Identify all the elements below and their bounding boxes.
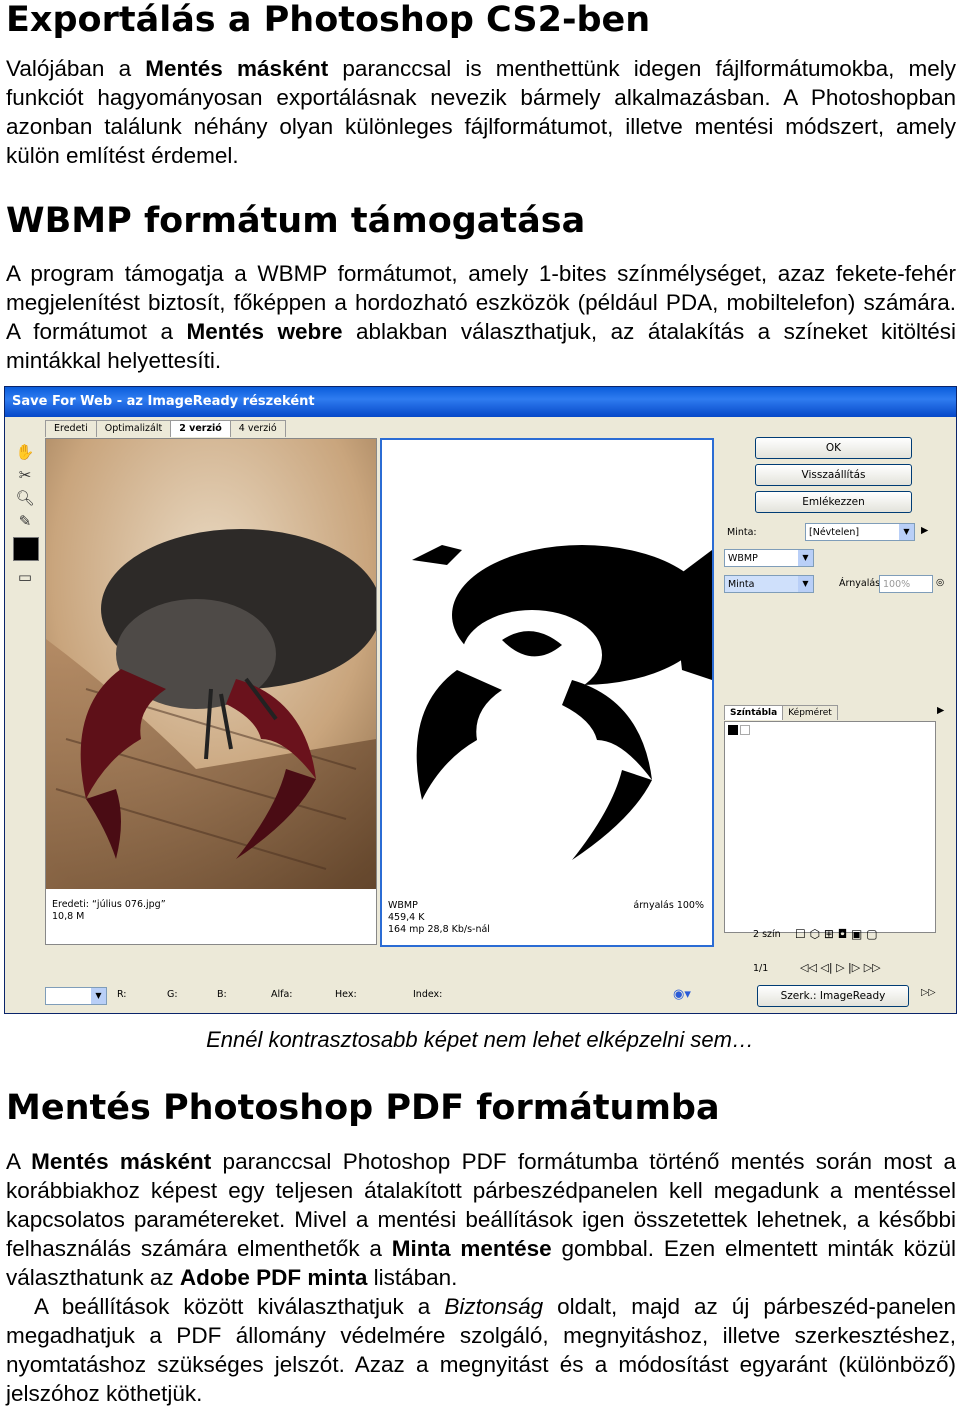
download-time: 164 mp 28,8 Kb/s-nál — [388, 924, 490, 935]
tab-color-table[interactable]: Színtábla — [724, 705, 784, 720]
security-paragraph: A beállítások között kiválaszthatjuk a B… — [6, 1294, 956, 1406]
wbmp-dithered-photo — [382, 440, 712, 890]
view-tabs: Eredeti Optimalizált 2 verzió 4 verzió — [45, 420, 286, 438]
hand-tool-icon[interactable]: ✋ — [13, 442, 37, 462]
dither-select[interactable]: Minta ▼ — [724, 575, 814, 593]
chevron-down-icon: ▼ — [899, 524, 914, 540]
original-size: 10,8 M — [52, 911, 85, 922]
optimized-dither: árnyalás 100% — [633, 900, 704, 911]
color-table-panel — [724, 721, 936, 933]
status-b: B: — [217, 989, 227, 1000]
section-heading-pdf: Mentés Photoshop PDF formátumba — [6, 1088, 720, 1128]
tab-optimized[interactable]: Optimalizált — [95, 420, 172, 437]
page-title: Exportálás a Photoshop CS2-ben — [6, 0, 651, 40]
browser-preview-icon[interactable]: ◉▾ — [673, 987, 691, 1002]
original-filename: Eredeti: “július 076.jpg” — [52, 899, 166, 910]
preset-label: Minta: — [727, 527, 757, 538]
figure-caption: Ennél kontrasztosabb képet nem lehet elk… — [206, 1027, 754, 1052]
original-info: Eredeti: “július 076.jpg” 10,8 M — [46, 894, 376, 928]
animation-controls-icon[interactable]: ◁◁ ◁| ▷ |▷ ▷▷ — [800, 961, 881, 974]
wbmp-paragraph: A program támogatja a WBMP formátumot, a… — [6, 261, 956, 373]
format-select[interactable]: WBMP ▼ — [724, 549, 814, 567]
map-color-icon[interactable]: ☐ ⬡ ⊞ ◘ ▣ ▢ — [795, 927, 878, 941]
jump-to-icon[interactable]: ▷▷ — [921, 987, 936, 998]
ok-button[interactable]: OK — [755, 437, 912, 459]
preset-select[interactable]: [Névtelen] ▼ — [805, 523, 915, 541]
edit-in-imageready-button[interactable]: Szerk.: ImageReady — [757, 985, 909, 1007]
chevron-down-icon: ▼ — [91, 988, 106, 1004]
reset-button[interactable]: Visszaállítás — [755, 464, 912, 486]
pdf-paragraph: A Mentés másként paranccsal Photoshop PD… — [6, 1149, 956, 1290]
amount-label: Árnyalás: — [839, 578, 884, 589]
color-count: 2 szín — [753, 929, 781, 940]
optimized-size: 459,4 K — [388, 912, 425, 923]
intro-paragraph: Valójában a Mentés másként paranccsal is… — [6, 56, 956, 168]
status-g: G: — [167, 989, 178, 1000]
optimized-preview-pane[interactable]: WBMP 459,4 K 164 mp 28,8 Kb/s-nál árnyal… — [380, 438, 714, 947]
panel-menu-icon[interactable]: ▶ — [937, 705, 944, 716]
chevron-down-icon: ▼ — [798, 550, 813, 566]
save-for-web-dialog: Save For Web - az ImageReady részeként ✋… — [4, 386, 957, 1014]
stag-beetle-photo — [46, 439, 376, 889]
zoom-tool-icon[interactable]: 🔍︎ — [13, 488, 37, 508]
tab-4-up[interactable]: 4 verzió — [229, 420, 286, 437]
original-preview-pane[interactable]: Eredeti: “július 076.jpg” 10,8 M — [45, 438, 377, 945]
optimized-info: WBMP 459,4 K 164 mp 28,8 Kb/s-nál árnyal… — [382, 895, 712, 941]
zoom-select[interactable]: ▼ — [45, 987, 107, 1005]
status-alpha: Alfa: — [271, 989, 293, 1000]
tab-2-up[interactable]: 2 verzió — [170, 420, 231, 437]
eyedropper-color-swatch[interactable] — [13, 537, 39, 561]
optimize-menu-icon[interactable]: ▶ — [921, 525, 928, 536]
panel-tabs: Színtábla Képméret — [724, 705, 838, 720]
remember-button[interactable]: Emlékezzen — [755, 491, 912, 513]
eyedropper-tool-icon[interactable]: ✎ — [13, 511, 37, 531]
chevron-down-icon: ▼ — [798, 576, 813, 592]
color-swatch-black[interactable] — [728, 725, 738, 735]
status-index: Index: — [413, 989, 443, 1000]
dialog-title: Save For Web - az ImageReady részeként — [5, 387, 956, 417]
tab-original[interactable]: Eredeti — [45, 420, 97, 437]
tab-image-size[interactable]: Képméret — [782, 705, 838, 720]
toolbox: ✋ ✂ 🔍︎ ✎ ▭ — [13, 439, 41, 590]
amount-slider-icon[interactable]: ◎ — [936, 577, 944, 588]
toggle-slices-icon[interactable]: ▭ — [13, 567, 37, 587]
status-hex: Hex: — [335, 989, 357, 1000]
section-heading-wbmp: WBMP formátum támogatása — [6, 201, 586, 241]
status-r: R: — [117, 989, 127, 1000]
color-swatch-white[interactable] — [740, 725, 750, 735]
amount-input[interactable]: 100% — [879, 575, 933, 593]
page-indicator: 1/1 — [753, 963, 769, 974]
slice-select-tool-icon[interactable]: ✂ — [13, 465, 37, 485]
